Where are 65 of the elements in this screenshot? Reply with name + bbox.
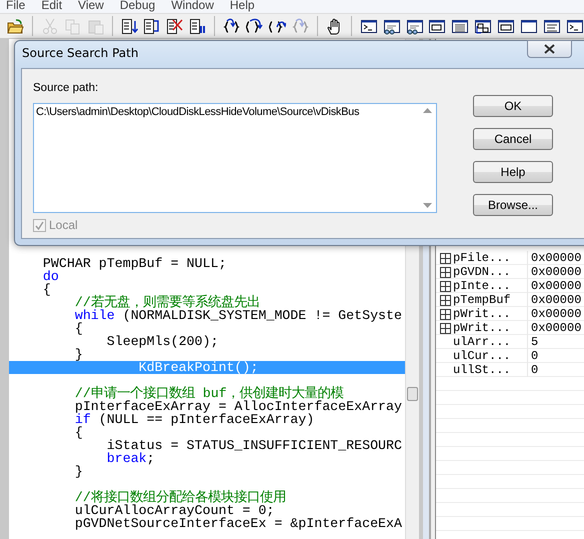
- variable-value: 0x00000: [530, 265, 582, 279]
- dialog-button[interactable]: Help: [473, 161, 553, 183]
- expand-icon[interactable]: [440, 294, 451, 306]
- variable-value: 0: [530, 363, 540, 377]
- menu-item[interactable]: File: [6, 0, 26, 11]
- code-line: {: [42, 283, 52, 296]
- checkbox-label: Local: [49, 218, 78, 232]
- code-line: SleepMls(200);: [106, 335, 220, 348]
- menu-item[interactable]: Help: [230, 0, 255, 11]
- variable-name: pWrit...: [453, 321, 511, 335]
- source-path-field[interactable]: C:\Users\admin\Desktop\CloudDiskLessHideVolume\Source\vDiskBus: [33, 103, 437, 213]
- dialog-title: Source Search Path: [22, 46, 138, 60]
- code-line: if (NULL == pInterfaceExArray): [74, 413, 314, 426]
- variable-value: 0x00000: [530, 279, 582, 293]
- variable-value: 0x00000: [530, 321, 582, 335]
- variable-name: pTempBuf: [453, 293, 511, 307]
- close-button[interactable]: [527, 40, 572, 58]
- scrollbar-thumb[interactable]: [407, 387, 418, 401]
- code-line: }: [74, 348, 84, 361]
- variable-name: ulArr...: [453, 335, 511, 349]
- list-loop-icon[interactable]: [142, 16, 162, 36]
- expand-icon[interactable]: [440, 266, 451, 278]
- scroll-up-icon[interactable]: [423, 108, 432, 113]
- field-label: Source path:: [33, 82, 98, 94]
- code-line: iStatus = STATUS_INSUFFICIENT_RESOURC: [106, 439, 403, 452]
- menu-item[interactable]: View: [78, 0, 104, 11]
- code-line: pGVDNetSourceInterfaceEx = &pInterfaceExA: [74, 517, 403, 530]
- dialog-button[interactable]: Browse...: [473, 194, 553, 216]
- code-line: {: [74, 322, 84, 335]
- list-bars-icon[interactable]: [188, 16, 208, 36]
- variable-value: 0x00000: [530, 293, 582, 307]
- code-line: do: [42, 270, 60, 283]
- menu-item[interactable]: Window: [171, 0, 214, 11]
- variable-name: pGVDN...: [453, 265, 511, 279]
- code-line: //若无盘，则需要等系统盘先出: [74, 296, 260, 309]
- variable-name: pWrit...: [453, 307, 511, 321]
- code-line: PWCHAR pTempBuf = NULL;: [42, 257, 228, 270]
- dialog-button[interactable]: OK: [473, 95, 553, 117]
- menu-item[interactable]: Debug: [120, 0, 156, 11]
- variable-value: 5: [530, 335, 540, 349]
- code-line: }: [74, 465, 84, 478]
- expand-icon[interactable]: [440, 252, 451, 264]
- close-icon: [544, 44, 555, 54]
- code-line: //将接口数组分配给各模块接口使用: [74, 491, 287, 504]
- code-line: ulCurAllocArrayCount = 0;: [74, 504, 276, 517]
- code-line: //申请一个接口数组 buf，供创建时大量的模: [74, 387, 344, 400]
- variable-name: ulCur...: [453, 349, 511, 363]
- menu-item[interactable]: Edit: [41, 0, 62, 11]
- variable-name: pInte...: [453, 279, 511, 293]
- expand-icon[interactable]: [440, 308, 451, 320]
- variable-value: 0: [530, 349, 540, 363]
- expand-icon[interactable]: [440, 280, 451, 292]
- code-line: pInterfaceExArray = AllocInterfaceExArray: [74, 400, 403, 413]
- code-line: {: [74, 426, 84, 439]
- code-line: while (NORMALDISK_SYSTEM_MODE != GetSyste: [74, 309, 403, 322]
- code-line: break;: [106, 452, 156, 465]
- variable-value: 0x00000: [530, 307, 582, 321]
- variable-value: 0x00000: [530, 251, 582, 265]
- expand-icon[interactable]: [440, 322, 451, 334]
- variable-name: pFile...: [453, 251, 511, 265]
- list-arrow-icon[interactable]: [120, 16, 139, 36]
- dialog-button[interactable]: Cancel: [473, 128, 553, 150]
- scroll-down-icon[interactable]: [423, 203, 432, 208]
- list-cross-icon[interactable]: [165, 16, 184, 36]
- variable-name: ullSt...: [453, 363, 511, 377]
